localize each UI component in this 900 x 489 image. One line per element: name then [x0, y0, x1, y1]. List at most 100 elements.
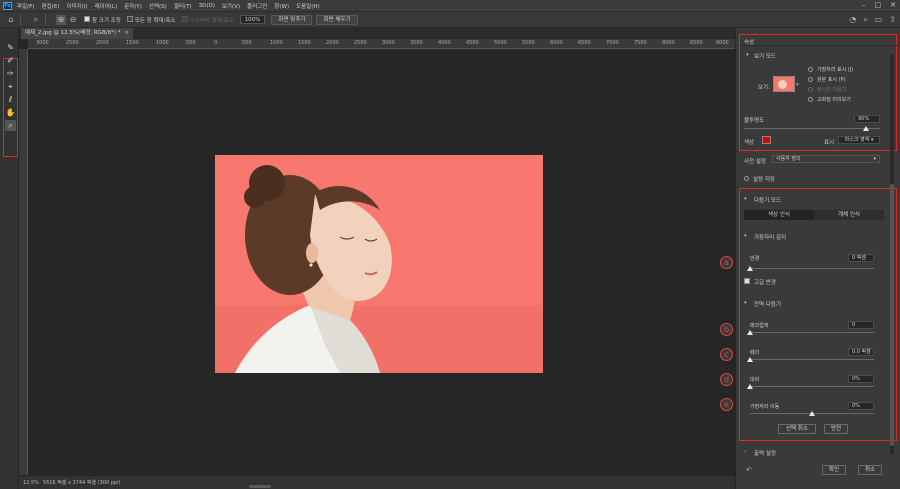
refine-mode-header[interactable]: 다듬기 모드: [754, 196, 781, 204]
object-aware-button[interactable]: 개체 인식: [814, 210, 884, 220]
zoom-all-checkbox[interactable]: [126, 16, 135, 23]
color-swatch[interactable]: [762, 136, 771, 144]
search-icon[interactable]: ⌕: [863, 15, 867, 25]
menu-view[interactable]: 보기(V): [222, 2, 240, 10]
view-thumbnail[interactable]: [773, 76, 795, 92]
panel-scrollbar[interactable]: [890, 54, 894, 454]
remember-settings-checkbox[interactable]: [744, 176, 749, 181]
contrast-slider-thumb[interactable]: [747, 384, 753, 389]
brush-tool-icon[interactable]: ✐: [5, 55, 16, 66]
feather-slider-track[interactable]: [750, 359, 874, 360]
menu-layer[interactable]: 레이어(L): [95, 2, 118, 10]
show-label: 표시: [824, 140, 835, 146]
quick-selection-tool-icon[interactable]: ✎: [5, 42, 16, 53]
smooth-slider-thumb[interactable]: [747, 330, 753, 335]
menu-select[interactable]: 선택(S): [149, 2, 167, 10]
smooth-field[interactable]: 0: [848, 321, 874, 329]
clear-selection-button[interactable]: 선택 취소: [778, 424, 816, 434]
canvas-area[interactable]: [29, 50, 734, 475]
refine-edge-brush-icon[interactable]: ✑: [5, 68, 16, 79]
feather-slider-thumb[interactable]: [747, 357, 753, 362]
zoom-out-icon[interactable]: ⊖: [68, 15, 78, 25]
horizontal-scrollbar[interactable]: [249, 485, 271, 488]
menu-edit[interactable]: 편집(E): [42, 2, 60, 10]
contrast-field[interactable]: 0%: [848, 375, 874, 383]
radius-slider-track[interactable]: [750, 268, 874, 269]
fit-screen-button[interactable]: 화면 맞추기: [271, 14, 313, 25]
hand-tool-icon[interactable]: ✋: [5, 107, 16, 118]
smooth-slider-track[interactable]: [750, 332, 874, 333]
chevron-down-icon[interactable]: ▾: [796, 82, 799, 88]
scrubby-zoom-label: 스크러비 확대/축소: [189, 17, 234, 24]
minimize-icon[interactable]: –: [862, 1, 866, 9]
show-mode-select[interactable]: 마스크 영역 ▾: [838, 136, 880, 144]
zoom-tool-icon[interactable]: ⌕: [5, 120, 16, 131]
shift-edge-slider-thumb[interactable]: [809, 411, 815, 416]
document-tab[interactable]: 예제_2.jpg @ 12.5%(배경, RGB/8*) * ×: [21, 28, 134, 39]
menu-3d[interactable]: 3D(D): [199, 3, 215, 9]
preset-select[interactable]: 사용자 정의 ▾: [772, 155, 880, 163]
panel-scrollbar-thumb[interactable]: [890, 184, 894, 446]
color-aware-button[interactable]: 색상 인식: [744, 210, 814, 220]
output-settings-header[interactable]: 출력 설정: [754, 449, 776, 457]
learn-icon[interactable]: ◔: [849, 15, 856, 25]
chevron-down-icon[interactable]: ▾: [746, 52, 749, 58]
fill-screen-button[interactable]: 화면 채우기: [316, 14, 358, 25]
chevron-down-icon[interactable]: ▾: [744, 196, 747, 202]
hq-preview-radio[interactable]: [808, 97, 813, 102]
view-mode-header[interactable]: 보기 모드: [754, 52, 776, 60]
close-icon[interactable]: ✕: [890, 1, 896, 9]
menu-help[interactable]: 도움말(H): [296, 2, 320, 10]
ok-button[interactable]: 확인: [822, 465, 846, 475]
ruler-tick: 3000: [36, 40, 49, 46]
opacity-slider-track[interactable]: [744, 128, 880, 129]
ruler-tick: 6500: [578, 40, 591, 46]
menu-filter[interactable]: 필터(T): [174, 2, 192, 10]
status-bar: 12.5% 5616 픽셀 x 3744 픽셀 (300 ppi): [19, 475, 735, 489]
contrast-slider-track[interactable]: [750, 386, 874, 387]
show-edge-radio[interactable]: [808, 67, 813, 72]
shift-edge-field[interactable]: 0%: [848, 402, 874, 410]
menu-plugins[interactable]: 플러그인: [247, 2, 267, 10]
zoom-value-field[interactable]: 100%: [239, 15, 266, 24]
zoom-status[interactable]: 12.5%: [23, 480, 39, 486]
lasso-tool-icon[interactable]: ℓ: [5, 94, 16, 105]
object-selection-tool-icon[interactable]: ⌖: [5, 81, 16, 92]
radius-field[interactable]: 0 픽셀: [848, 254, 874, 262]
chevron-right-icon[interactable]: ›: [744, 449, 746, 455]
chevron-down-icon[interactable]: ▾: [744, 233, 747, 239]
feather-field[interactable]: 0.0 픽셀: [848, 348, 874, 356]
radius-slider-thumb[interactable]: [747, 266, 753, 271]
chevron-down-icon[interactable]: ▾: [744, 300, 747, 306]
document-image[interactable]: [215, 155, 543, 373]
menu-image[interactable]: 이미지(I): [66, 2, 87, 10]
ruler-tick: 7500: [634, 40, 647, 46]
edge-detection-header[interactable]: 가장자리 감지: [754, 233, 786, 241]
document-dimensions: 5616 픽셀 x 3744 픽셀 (300 ppi): [42, 480, 121, 486]
menu-window[interactable]: 창(W): [274, 2, 289, 10]
show-original-radio[interactable]: [808, 77, 813, 82]
zoom-tool-icon[interactable]: ⌕: [31, 15, 41, 25]
workspace-icon[interactable]: ▭: [875, 15, 883, 25]
ruler-tick: 8500: [690, 40, 703, 46]
opacity-field[interactable]: 90%: [854, 115, 880, 123]
resize-windows-checkbox[interactable]: [84, 16, 92, 23]
smart-radius-checkbox[interactable]: [744, 278, 750, 284]
menu-type[interactable]: 문자(Y): [124, 2, 142, 10]
zoom-in-icon[interactable]: ⊕: [56, 14, 66, 25]
home-icon[interactable]: ⌂: [6, 15, 16, 25]
share-icon[interactable]: ⇪: [889, 15, 896, 25]
opacity-slider-thumb[interactable]: [863, 126, 870, 131]
close-tab-icon[interactable]: ×: [124, 30, 129, 36]
cancel-button[interactable]: 취소: [858, 465, 882, 475]
global-refinements-header[interactable]: 전역 다듬기: [754, 300, 781, 308]
menu-file[interactable]: 파일(F): [17, 2, 35, 10]
ruler-tick: 3500: [410, 40, 423, 46]
ruler-tick: 7000: [606, 40, 619, 46]
invert-button[interactable]: 반전: [824, 424, 848, 434]
maximize-icon[interactable]: □: [875, 1, 882, 9]
photoshop-logo-icon[interactable]: Ps: [3, 1, 12, 10]
scrubby-zoom-checkbox[interactable]: [181, 16, 190, 23]
realtime-refine-radio[interactable]: [808, 87, 813, 92]
reset-icon[interactable]: ↶: [746, 466, 752, 474]
